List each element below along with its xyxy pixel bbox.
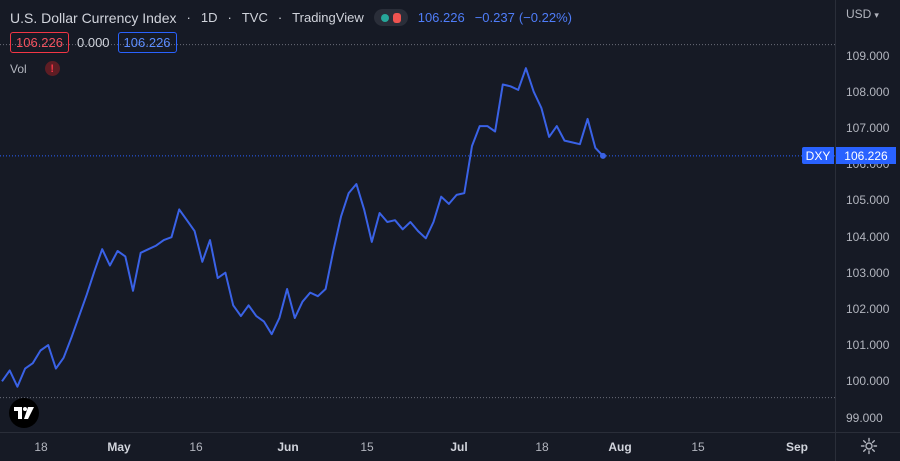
price-tick-label: 104.000 (846, 229, 890, 244)
last-point-marker (600, 152, 606, 159)
last-price-tag: 106.226 (836, 147, 896, 164)
currency-label: USD (846, 7, 872, 21)
symbol-price-tag: DXY (802, 147, 834, 164)
legend: U.S. Dollar Currency Index · 1D · TVC · … (10, 9, 572, 26)
interval-label[interactable]: 1D (201, 10, 218, 25)
price-axis[interactable]: USD ▾ 99.000 100.000 101.000 102.000 103.000 1… (836, 0, 900, 432)
price-tick-label: 102.000 (846, 301, 890, 316)
chart-pane[interactable]: U.S. Dollar Currency Index · 1D · TVC · … (0, 0, 835, 432)
volume-label[interactable]: Vol (10, 62, 27, 76)
market-open-dot-icon (380, 13, 389, 22)
price-plot (0, 44, 835, 399)
spread-value: 0.000 (77, 35, 110, 50)
last-price: 106.226 (417, 10, 465, 25)
time-tick-label: Aug (608, 440, 632, 454)
price-change-percent: (−0.22%) (518, 10, 572, 25)
price-tick-label: 99.000 (846, 410, 883, 425)
time-tick-label: 18 (535, 440, 549, 454)
price-tick-label: 107.000 (846, 120, 890, 135)
bid-price-button[interactable]: 106.226 (10, 32, 69, 53)
quote-row: 106.226 0.000 106.226 (10, 32, 177, 53)
price-change: −0.237 (474, 10, 515, 25)
chevron-down-icon: ▾ (874, 10, 879, 20)
time-tick-label: Sep (785, 440, 809, 454)
volume-legend: Vol ! (10, 61, 60, 76)
ask-price-button[interactable]: 106.226 (117, 32, 177, 53)
gear-icon[interactable] (860, 437, 878, 455)
price-series-line (1, 67, 604, 388)
symbol-title[interactable]: U.S. Dollar Currency Index (10, 10, 177, 26)
time-tick-label: 16 (189, 440, 203, 454)
time-tick-label: Jul (450, 440, 468, 454)
chart-widget: U.S. Dollar Currency Index · 1D · TVC · … (0, 0, 900, 461)
price-tick-label: 108.000 (846, 84, 890, 99)
provider-label: TradingView (292, 10, 364, 25)
time-axis[interactable]: 18 May 16 Jun 15 Jul 18 Aug 15 Sep (0, 433, 835, 461)
time-tick-label: Jun (277, 440, 299, 454)
price-tick-label: 105.000 (846, 193, 890, 208)
price-tick-label: 101.000 (846, 338, 890, 353)
price-tick-label: 109.000 (846, 48, 890, 63)
time-tick-label: 15 (360, 440, 374, 454)
legend-separator: · (277, 10, 283, 25)
warning-icon[interactable]: ! (44, 61, 60, 76)
price-tick-label: 103.000 (846, 265, 890, 280)
exchange-label: TVC (241, 10, 268, 25)
currency-selector[interactable]: USD ▾ (846, 7, 879, 21)
legend-separator: · (227, 10, 232, 25)
market-status-toggle[interactable] (373, 9, 408, 26)
price-tick-label: 100.000 (846, 374, 890, 389)
time-tick-label: May (107, 440, 131, 454)
market-flag-icon (392, 12, 401, 23)
legend-separator: · (186, 10, 191, 25)
tradingview-logo-icon[interactable] (9, 398, 39, 428)
time-tick-label: 18 (34, 440, 48, 454)
time-tick-label: 15 (691, 440, 705, 454)
